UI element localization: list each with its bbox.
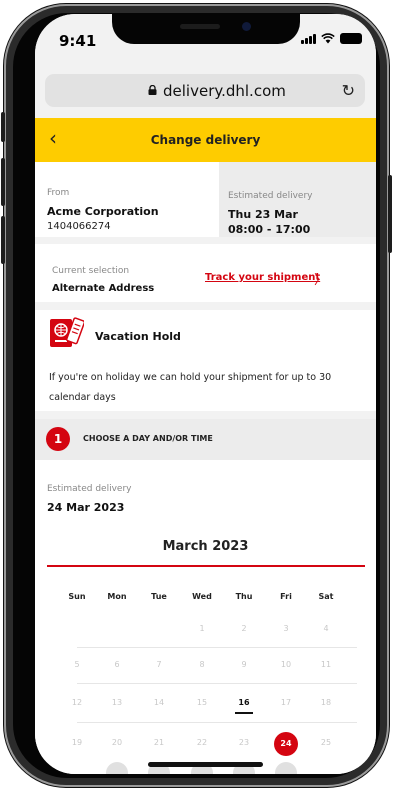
month-underline (47, 565, 365, 567)
notch (112, 14, 300, 44)
wifi-icon (321, 33, 335, 44)
weekday-tue: Tue (151, 592, 167, 601)
calendar-day[interactable]: 3 (266, 624, 306, 633)
power-button (388, 175, 392, 253)
calendar-day[interactable]: 12 (57, 698, 97, 707)
est-delivery-day: Thu 23 Mar (228, 208, 298, 221)
current-selection-panel: Current selection Alternate Address Trac… (35, 244, 376, 302)
weekday-sun: Sun (68, 592, 86, 601)
calendar-est-label: Estimated delivery (47, 484, 132, 494)
page-header: ‹ Change delivery (35, 118, 376, 162)
battery-icon (340, 33, 362, 44)
vacation-hold-description: If you're on holiday we can hold your sh… (49, 372, 332, 403)
calendar-month-title: March 2023 (162, 539, 249, 554)
volume-down-button (1, 216, 5, 264)
calendar-day[interactable]: 1 (182, 624, 222, 633)
calendar-section: Estimated delivery 24 Mar 2023 March 202… (35, 460, 376, 774)
speaker-grille (180, 24, 220, 29)
home-indicator[interactable] (148, 762, 263, 767)
weekday-sat: Sat (318, 592, 334, 601)
signal-icon (301, 33, 316, 44)
week-divider (77, 647, 357, 648)
weekday-fri: Fri (280, 592, 292, 601)
next-week-day[interactable] (275, 762, 297, 774)
screen: 9:41 delivery.dhl.com ↻ ‹ Change deliver… (35, 14, 376, 774)
weekday-wed: Wed (192, 592, 212, 601)
silent-switch (1, 112, 5, 142)
front-camera (242, 22, 251, 31)
week-divider (77, 722, 357, 723)
weekday-thu: Thu (235, 592, 253, 601)
calendar-day[interactable]: 11 (306, 660, 346, 669)
calendar-day[interactable]: 21 (139, 738, 179, 747)
est-delivery-label: Estimated delivery (228, 191, 313, 201)
calendar-day[interactable]: 13 (97, 698, 137, 707)
today-underline (235, 712, 253, 714)
calendar-day[interactable]: 20 (97, 738, 137, 747)
status-time: 9:41 (59, 32, 97, 50)
passport-ticket-icon (50, 317, 84, 347)
calendar-day-selected[interactable]: 24 (274, 732, 298, 756)
step-label: CHOOSE A DAY AND/OR TIME (83, 434, 213, 443)
calendar-day[interactable]: 18 (306, 698, 346, 707)
calendar-day[interactable]: 14 (139, 698, 179, 707)
vacation-hold-card[interactable]: Vacation Hold If you're on holiday we ca… (35, 310, 376, 411)
reload-icon[interactable]: ↻ (342, 81, 355, 100)
vacation-hold-title: Vacation Hold (95, 330, 181, 343)
step-header: 1 CHOOSE A DAY AND/OR TIME (35, 419, 376, 460)
address-bar[interactable]: delivery.dhl.com ↻ (45, 74, 365, 107)
calendar-day[interactable]: 5 (57, 660, 97, 669)
calendar-day[interactable]: 19 (57, 738, 97, 747)
next-week-day[interactable] (106, 762, 128, 774)
calendar-day[interactable]: 2 (224, 624, 264, 633)
calendar-day[interactable]: 15 (182, 698, 222, 707)
calendar-day[interactable]: 23 (224, 738, 264, 747)
week-divider (77, 683, 357, 684)
sender-panel: From Acme Corporation 1404066274 (35, 162, 219, 237)
current-selection-label: Current selection (52, 266, 130, 276)
current-selection-value: Alternate Address (52, 283, 155, 294)
calendar-day[interactable]: 8 (182, 660, 222, 669)
volume-up-button (1, 158, 5, 206)
calendar-est-date: 24 Mar 2023 (47, 501, 125, 514)
calendar-day[interactable]: 6 (97, 660, 137, 669)
lock-icon (148, 85, 157, 95)
calendar-day-today[interactable]: 16 (224, 698, 264, 707)
track-shipment-link[interactable]: Track your shipment (205, 272, 320, 283)
est-delivery-window: 08:00 - 17:00 (228, 223, 311, 236)
calendar-day[interactable]: 17 (266, 698, 306, 707)
calendar-day[interactable]: 25 (306, 738, 346, 747)
estimated-delivery-panel: Estimated delivery Thu 23 Mar 08:00 - 17… (219, 162, 376, 237)
calendar-day[interactable]: 4 (306, 624, 346, 633)
calendar-day[interactable]: 7 (139, 660, 179, 669)
calendar-day[interactable]: 10 (266, 660, 306, 669)
from-label: From (47, 188, 70, 198)
weekday-mon: Mon (107, 592, 127, 601)
sender-name: Acme Corporation (47, 205, 159, 218)
page-title: Change delivery (150, 133, 261, 147)
calendar-day[interactable]: 22 (182, 738, 222, 747)
status-icons (301, 33, 362, 44)
chevron-right-icon[interactable]: 〉 (314, 269, 327, 288)
url-text[interactable]: delivery.dhl.com (163, 82, 286, 100)
step-number-badge: 1 (46, 427, 70, 451)
calendar-day[interactable]: 9 (224, 660, 264, 669)
tracking-number: 1404066274 (47, 221, 111, 232)
